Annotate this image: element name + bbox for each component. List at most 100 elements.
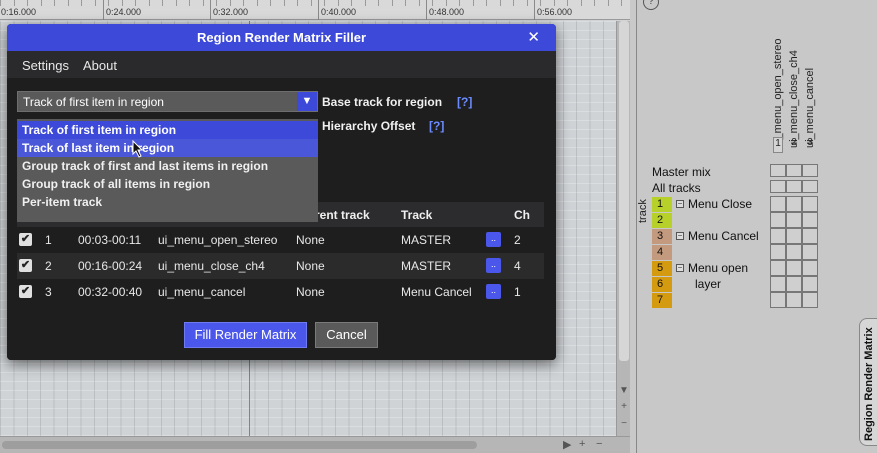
dropdown-option[interactable]: Group track of all items in region: [17, 175, 318, 193]
dropdown-arrow-icon[interactable]: ▼: [297, 92, 317, 111]
matrix-cell[interactable]: [802, 276, 818, 292]
ruler-minor-tick: [0, 0, 1, 6]
matrix-cell[interactable]: [786, 164, 802, 177]
row-number: 1: [45, 233, 52, 247]
ruler-minor-tick: [459, 0, 460, 6]
ruler-minor-tick: [297, 0, 298, 6]
folder-collapse-icon[interactable]: −: [676, 200, 684, 208]
menu-about[interactable]: About: [83, 58, 117, 73]
table-row[interactable]: ✔ 3 00:32-00:40 ui_menu_cancel None Menu…: [17, 279, 544, 305]
matrix-cell[interactable]: [802, 292, 818, 308]
ruler-minor-tick: [391, 0, 393, 6]
track-number[interactable]: 7: [652, 293, 672, 308]
timeline-ruler[interactable]: 0:16.000 0:24.000 0:32.000 0:40.000 0:48…: [0, 0, 630, 20]
matrix-cell[interactable]: [770, 292, 786, 308]
matrix-cell[interactable]: [802, 244, 818, 260]
matrix-cell[interactable]: [802, 180, 818, 193]
base-track-help-link[interactable]: [?]: [457, 95, 472, 109]
row-checkbox[interactable]: ✔: [19, 233, 32, 246]
ruler-minor-tick: [594, 0, 595, 6]
matrix-cell[interactable]: [770, 260, 786, 276]
track-number[interactable]: 1: [652, 197, 672, 212]
dropdown-option[interactable]: Track of last item in region: [17, 139, 318, 157]
dropdown-option[interactable]: Per-item track: [17, 193, 318, 211]
matrix-cell[interactable]: [786, 292, 802, 308]
matrix-cell[interactable]: [802, 228, 818, 244]
scrollbar-thumb[interactable]: [619, 21, 629, 361]
matrix-cell[interactable]: [786, 180, 802, 193]
zoom-out-icon[interactable]: −: [596, 438, 602, 450]
matrix-cell[interactable]: [802, 164, 818, 177]
track-picker-button[interactable]: ..: [486, 232, 501, 247]
matrix-cell[interactable]: [770, 228, 786, 244]
ruler-tick-label: 0:40.000: [321, 7, 357, 17]
column-header-track: Track: [401, 208, 433, 222]
track-number[interactable]: 3: [652, 229, 672, 244]
folder-collapse-icon[interactable]: −: [676, 264, 684, 272]
row-region: ui_menu_open_stereo: [158, 233, 278, 247]
track-number[interactable]: 2: [652, 213, 672, 228]
matrix-cell[interactable]: [802, 196, 818, 212]
menu-settings[interactable]: Settings: [22, 58, 69, 73]
row-checkbox[interactable]: ✔: [19, 259, 32, 272]
ruler-minor-tick: [270, 0, 271, 6]
zoom-in-icon[interactable]: +: [579, 438, 585, 450]
ruler-minor-tick: [229, 0, 231, 6]
vertical-scrollbar[interactable]: ▼ + −: [616, 21, 630, 436]
dropdown-option[interactable]: Group track of first and last items in r…: [17, 157, 318, 175]
column-header: ui_menu_open_stereo: [772, 38, 784, 148]
cancel-button[interactable]: Cancel: [315, 322, 378, 348]
track-picker-button[interactable]: ..: [486, 284, 501, 299]
column-header: ui_menu_close_ch4: [788, 50, 800, 148]
matrix-cell[interactable]: [770, 180, 786, 193]
ruler-minor-tick: [121, 0, 123, 6]
horizontal-scrollbar[interactable]: ▶ + −: [0, 436, 630, 453]
matrix-cell[interactable]: [770, 276, 786, 292]
zoom-out-icon[interactable]: −: [617, 418, 630, 429]
dialog-titlebar[interactable]: Region Render Matrix Filler ✕: [7, 24, 556, 51]
table-row[interactable]: ✔ 1 00:03-00:11 ui_menu_open_stereo None…: [17, 227, 544, 253]
hierarchy-offset-help-link[interactable]: [?]: [429, 119, 444, 133]
ruler-minor-tick: [445, 0, 447, 6]
folder-collapse-icon[interactable]: −: [676, 232, 684, 240]
matrix-cell[interactable]: [786, 196, 802, 212]
scroll-down-icon[interactable]: ▼: [617, 385, 630, 396]
track-picker-button[interactable]: ..: [486, 258, 501, 273]
matrix-cell[interactable]: [786, 228, 802, 244]
dropdown-option[interactable]: Track of first item in region: [17, 121, 318, 139]
base-track-select[interactable]: Track of first item in region ▼: [17, 91, 318, 112]
ruler-minor-tick: [526, 0, 528, 6]
matrix-cell[interactable]: [802, 260, 818, 276]
matrix-cell[interactable]: [786, 244, 802, 260]
column-header: ui_menu_cancel: [804, 67, 816, 148]
help-icon[interactable]: ?: [643, 0, 659, 10]
ruler-minor-tick: [418, 0, 420, 6]
render-matrix-tab-label: Region Render Matrix: [863, 327, 875, 441]
matrix-cell[interactable]: [770, 164, 786, 177]
zoom-in-icon[interactable]: +: [617, 401, 630, 412]
matrix-cell[interactable]: [802, 212, 818, 228]
ruler-minor-tick: [202, 0, 204, 6]
ruler-minor-tick: [378, 0, 379, 6]
table-row[interactable]: ✔ 2 00:16-00:24 ui_menu_close_ch4 None M…: [17, 253, 544, 279]
ruler-minor-tick: [432, 0, 433, 6]
scroll-right-icon[interactable]: ▶: [563, 438, 571, 451]
region-render-matrix-filler-dialog: Region Render Matrix Filler ✕ Settings A…: [7, 24, 556, 360]
render-matrix-tab[interactable]: Region Render Matrix: [859, 318, 877, 446]
matrix-cell[interactable]: [770, 196, 786, 212]
track-number[interactable]: 4: [652, 245, 672, 260]
row-checkbox[interactable]: ✔: [19, 285, 32, 298]
matrix-cell[interactable]: [770, 212, 786, 228]
scrollbar-thumb[interactable]: [2, 441, 477, 449]
matrix-cell[interactable]: [786, 276, 802, 292]
track-name: Menu Cancel: [688, 229, 759, 243]
matrix-cell[interactable]: [786, 260, 802, 276]
track-number[interactable]: 6: [652, 277, 672, 292]
row-time: 00:16-00:24: [78, 259, 143, 273]
matrix-cell[interactable]: [770, 244, 786, 260]
close-icon[interactable]: ✕: [527, 24, 540, 51]
matrix-cell[interactable]: [786, 212, 802, 228]
track-number[interactable]: 5: [652, 261, 672, 276]
fill-render-matrix-button[interactable]: Fill Render Matrix: [184, 322, 307, 348]
row-time: 00:03-00:11: [78, 233, 142, 247]
